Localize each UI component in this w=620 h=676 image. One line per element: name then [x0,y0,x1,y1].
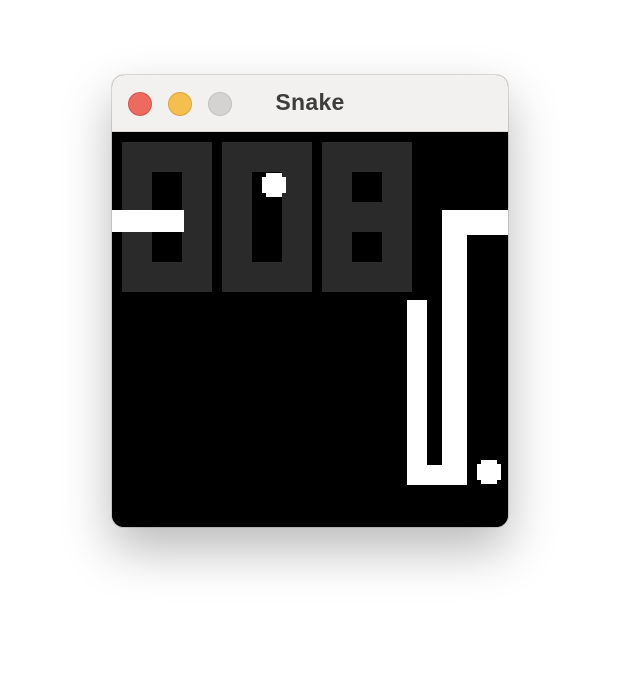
snake-segment [407,300,427,485]
snake-segment [442,210,508,235]
title-bar[interactable]: Snake [112,75,508,132]
score-digit-2 [322,142,412,292]
window-title: Snake [275,89,345,115]
snake-segment [442,210,467,485]
app-window: Snake [112,75,508,527]
snake-segment-wrapped [112,210,184,232]
game-canvas [112,132,508,527]
game-board[interactable] [112,132,508,527]
